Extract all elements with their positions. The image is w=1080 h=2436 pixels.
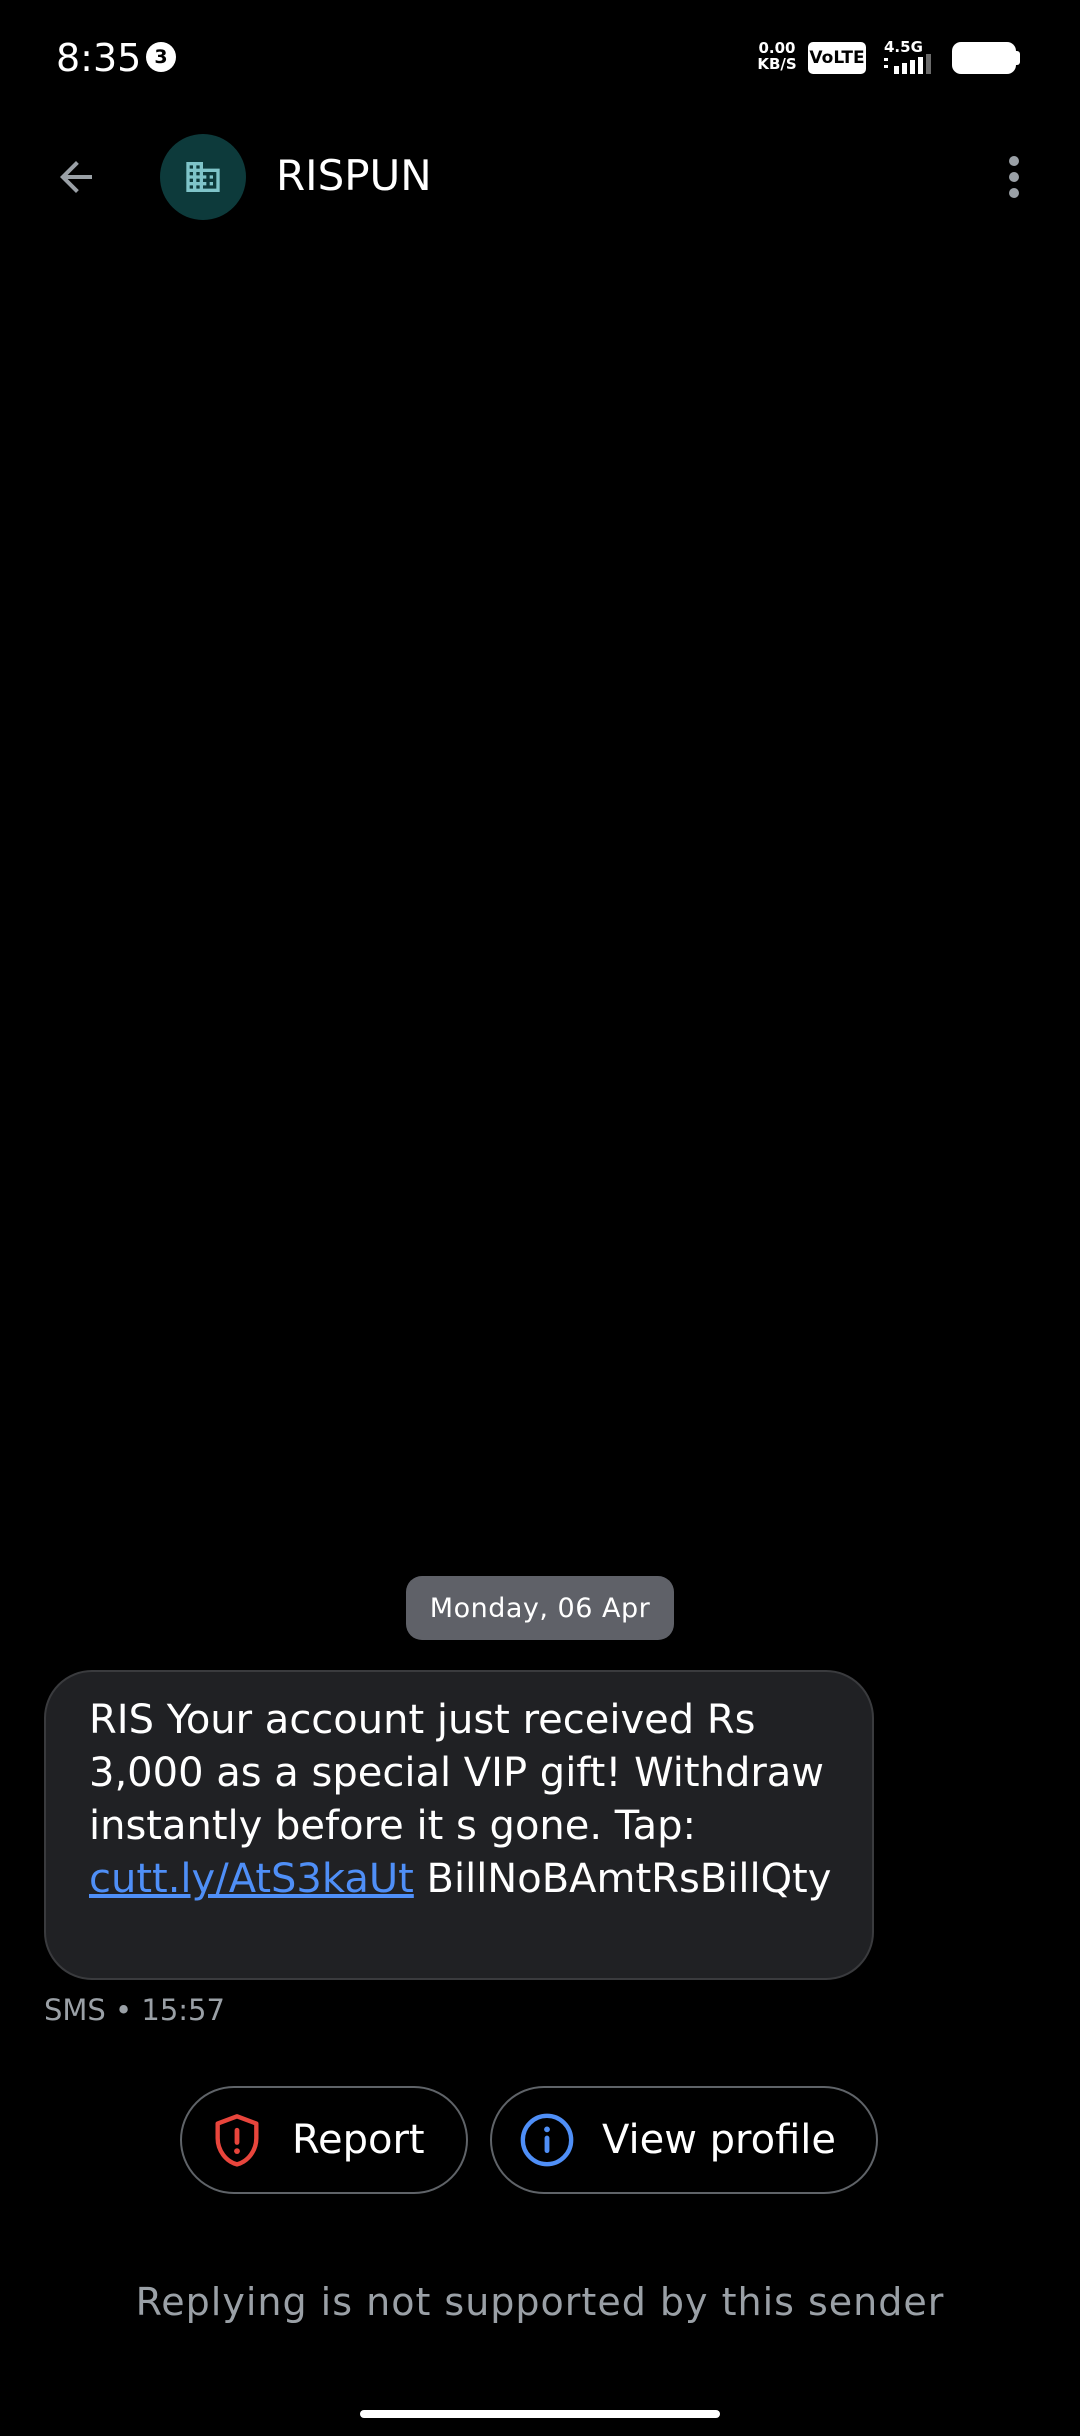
- status-bar: 8:35 3 0.00 KB/S VoLTE 4.5G: [0, 0, 1080, 120]
- view-profile-label: View profile: [602, 2117, 836, 2163]
- signal-icon: 4.5G: [884, 38, 940, 78]
- reply-not-supported-note: Replying is not supported by this sender: [135, 2280, 945, 2324]
- network-speed: 0.00 KB/S: [752, 40, 802, 72]
- arrow-back-icon: [60, 161, 92, 193]
- battery-tip: [1016, 51, 1020, 65]
- building-icon: [186, 162, 220, 192]
- battery-icon: [952, 42, 1016, 74]
- more-vert-icon: [1009, 156, 1019, 198]
- info-icon: [520, 2113, 574, 2167]
- message-bubble[interactable]: RIS Your account just received Rs 3,000 …: [44, 1670, 874, 1980]
- signal-bars-icon: [884, 54, 931, 74]
- app-bar: RISPUN: [0, 120, 1080, 230]
- sender-name[interactable]: RISPUN: [276, 148, 432, 204]
- avatar[interactable]: [160, 134, 246, 220]
- message-link[interactable]: cutt.ly/AtS3kaUt: [89, 1856, 414, 1902]
- report-label: Report: [292, 2117, 425, 2163]
- message-tail: BillNoBAmtRsBillQty: [413, 1856, 832, 1902]
- date-chip: Monday, 06 Apr: [406, 1576, 674, 1640]
- network-speed-unit: KB/S: [757, 55, 797, 73]
- shield-alert-icon: [215, 2114, 259, 2167]
- clock: 8:35: [56, 36, 142, 80]
- home-indicator[interactable]: [360, 2410, 720, 2418]
- report-button[interactable]: Report: [180, 2086, 468, 2194]
- notification-count-badge: 3: [146, 42, 176, 72]
- volte-badge: VoLTE: [808, 42, 866, 74]
- network-speed-value: 0.00: [758, 39, 796, 57]
- view-profile-button[interactable]: View profile: [490, 2086, 878, 2194]
- message-meta: SMS • 15:57: [44, 1993, 225, 2027]
- more-options-button[interactable]: [996, 141, 1032, 213]
- message-text: RIS Your account just received Rs 3,000 …: [89, 1694, 832, 1906]
- message-body: RIS Your account just received Rs 3,000 …: [89, 1697, 824, 1849]
- back-button[interactable]: [40, 141, 112, 213]
